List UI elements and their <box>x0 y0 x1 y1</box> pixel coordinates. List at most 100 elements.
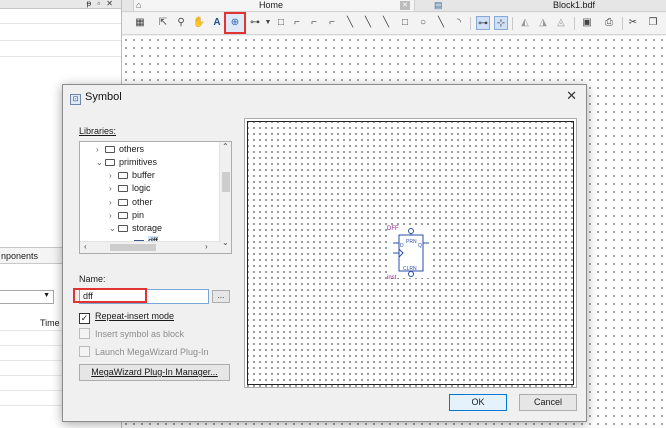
panel-dropdown[interactable]: ▼ <box>0 290 54 304</box>
insert-as-block-checkbox[interactable] <box>79 328 90 339</box>
zoom-icon[interactable]: ⚲ <box>174 16 188 30</box>
option-label: Repeat-insert mode <box>95 311 175 321</box>
arc-icon[interactable]: ◝ <box>452 16 466 30</box>
symbol-preview: DFF PRN D Q CLRN inst <box>244 118 577 388</box>
components-tab[interactable]: nponents <box>0 247 64 264</box>
panel-row-divider <box>0 40 121 41</box>
bus-icon[interactable]: ╲ <box>361 16 375 30</box>
tree-item-label: pin <box>132 210 145 220</box>
tree-item-buffer[interactable]: › buffer <box>109 169 155 182</box>
tab-document-label[interactable]: Block1.bdf <box>553 0 595 10</box>
ellipse-icon[interactable]: ○ <box>416 16 430 30</box>
orthogonal-node-icon[interactable]: ⌐ <box>290 16 304 30</box>
tree-item-pin[interactable]: › pin <box>109 209 144 222</box>
folder-icon <box>118 185 128 192</box>
ok-button[interactable]: OK <box>449 394 507 411</box>
folder-icon <box>105 146 115 153</box>
block-editor-toolbar: ▦ ⇱ ⚲ ✋ A ⊕ ⊶ ▼ □ ⌐ ⌐ ⌐ ╲ ╲ ╲ □ ○ ╲ ◝ ⊶ … <box>122 12 666 35</box>
block-icon[interactable]: □ <box>274 16 288 30</box>
symbol-icon: ▣ <box>134 253 144 254</box>
panel-row-divider <box>0 56 121 57</box>
close-icon[interactable]: ✕ <box>566 88 577 104</box>
tree-item-label: other <box>132 197 153 207</box>
chevron-right-icon[interactable]: › <box>109 196 118 209</box>
instance-name-text: inst <box>387 275 397 281</box>
copy-icon[interactable]: ❐ <box>646 16 660 30</box>
tree-item-logic[interactable]: › logic <box>109 182 151 195</box>
repeat-insert-checkbox[interactable]: ✓ <box>79 313 90 324</box>
hand-icon[interactable]: ✋ <box>192 16 206 30</box>
close-icon[interactable]: ✕ <box>400 1 410 10</box>
scrollbar-thumb[interactable] <box>222 172 230 192</box>
megawizard-manager-button[interactable]: MegaWizard Plug-In Manager... <box>79 364 230 381</box>
libraries-tree[interactable]: › others ⌄ primitives › buffer › logic › othe… <box>79 141 232 254</box>
chevron-right-icon[interactable]: › <box>205 242 208 251</box>
chevron-down-icon[interactable]: ▼ <box>261 16 275 30</box>
text-icon[interactable]: A <box>210 16 224 30</box>
tree-item-primitives[interactable]: ⌄ primitives <box>96 156 157 169</box>
annotation-highlight-box <box>73 288 147 303</box>
tree-item-label: buffer <box>132 170 155 180</box>
folder-icon <box>118 199 128 206</box>
chevron-right-icon[interactable]: › <box>109 169 118 182</box>
symbol-insert-icon[interactable]: ⊕ <box>224 12 246 34</box>
toolbar-separator <box>622 17 623 30</box>
tree-item-storage[interactable]: ⌄ storage <box>109 222 162 235</box>
pin-icon[interactable]: ⊶ <box>248 16 262 30</box>
chevron-down-icon[interactable]: ⌄ <box>222 238 229 247</box>
option-label: Launch MegaWizard Plug-In <box>95 347 209 357</box>
folder-open-icon <box>118 225 128 232</box>
panel-titlebar: ᵽ ▫ ✕ <box>0 0 121 9</box>
tree-horizontal-scrollbar[interactable]: ‹ › <box>80 241 221 253</box>
repeat-insert-option[interactable]: ✓ Repeat-insert mode <box>79 310 175 324</box>
tab-home-label: Home <box>259 0 284 10</box>
dialog-title-text: Symbol <box>85 91 122 103</box>
orthogonal-bus-icon[interactable]: ⌐ <box>307 16 321 30</box>
tree-item-other[interactable]: › other <box>109 196 153 209</box>
launch-megawizard-option[interactable]: Launch MegaWizard Plug-In <box>79 346 209 358</box>
home-icon: ⌂ <box>136 0 142 10</box>
scrollbar-thumb[interactable] <box>110 244 156 251</box>
chevron-left-icon[interactable]: ‹ <box>84 242 87 251</box>
chevron-right-icon[interactable]: › <box>96 143 105 156</box>
node-icon[interactable]: ╲ <box>343 16 357 30</box>
insert-as-block-option[interactable]: Insert symbol as block <box>79 328 184 340</box>
cut-icon[interactable]: ✂ <box>626 16 640 30</box>
tree-item-label: logic <box>132 183 151 193</box>
panel-window-controls[interactable]: ᵽ ▫ ✕ <box>87 0 115 8</box>
folder-icon <box>118 212 128 219</box>
line-icon[interactable]: ╲ <box>434 16 448 30</box>
toolbar-separator <box>512 17 513 30</box>
rotate-icon[interactable]: ◬ <box>554 16 568 30</box>
launch-megawizard-checkbox[interactable] <box>79 346 90 357</box>
time-column-header: Time <box>40 318 60 328</box>
toolbar-separator <box>470 17 471 30</box>
rectangle-icon[interactable]: □ <box>398 16 412 30</box>
conduit-icon[interactable]: ⌐ <box>325 16 339 30</box>
chevron-right-icon[interactable]: › <box>109 209 118 222</box>
chevron-up-icon[interactable]: ⌃ <box>222 142 229 151</box>
chevron-down-icon[interactable]: ⌄ <box>109 222 118 235</box>
print-icon[interactable]: ⎙ <box>602 16 616 30</box>
selection-icon[interactable]: ⇱ <box>156 16 170 30</box>
folder-icon <box>118 172 128 179</box>
rubberbanding-icon[interactable]: ⊶ <box>476 16 490 30</box>
tree-item-others[interactable]: › others <box>96 143 144 156</box>
libraries-label: Libraries: <box>79 126 116 136</box>
symbol-dialog-icon: ⊡ <box>70 94 81 105</box>
name-label: Name: <box>79 274 106 284</box>
partial-line-icon[interactable]: ⊹ <box>494 16 508 30</box>
cancel-button[interactable]: Cancel <box>519 394 577 411</box>
pin-q-text: Q <box>418 243 422 249</box>
megawizard-manager-label: MegaWizard Plug-In Manager... <box>91 367 218 377</box>
chevron-down-icon[interactable]: ⌄ <box>96 156 105 169</box>
option-label: Insert symbol as block <box>95 329 185 339</box>
save-icon[interactable]: ▣ <box>580 16 594 30</box>
browse-button[interactable]: ... <box>212 290 230 303</box>
diagonal-bus-icon[interactable]: ╲ <box>379 16 393 30</box>
symbol-tool-icon[interactable]: ▦ <box>133 16 147 30</box>
flip-vertical-icon[interactable]: ◮ <box>536 16 550 30</box>
flip-horizontal-icon[interactable]: ◭ <box>518 16 532 30</box>
tree-vertical-scrollbar[interactable]: ⌃ ⌄ <box>219 142 231 253</box>
chevron-right-icon[interactable]: › <box>109 182 118 195</box>
